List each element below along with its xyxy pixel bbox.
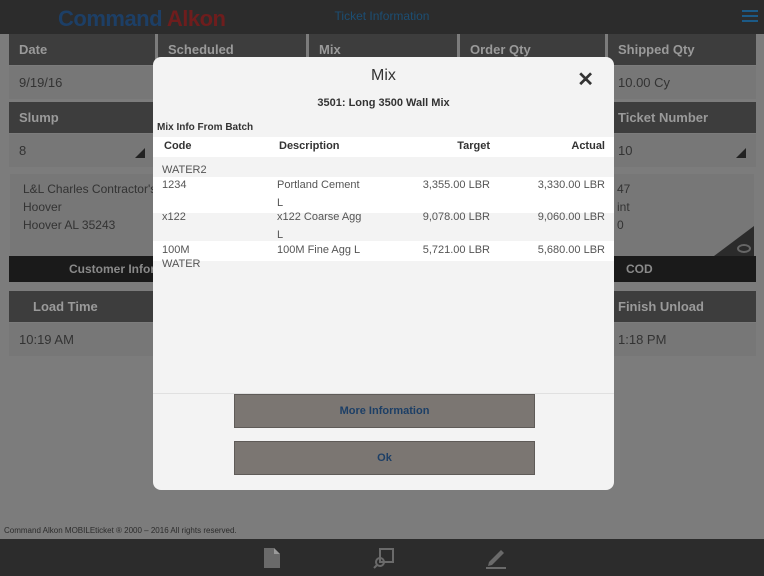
customer-right-2: int [617, 200, 630, 214]
customer-city: Hoover [23, 200, 62, 214]
row-target: 9,078.00 LBR [422, 211, 490, 223]
ok-button[interactable]: Ok [234, 441, 535, 475]
app-header: Command Alkon Ticket Information [0, 0, 764, 34]
column-description: Description [279, 140, 340, 152]
shipped-qty-value: 10.00 Cy [608, 66, 756, 99]
cod-label: COD [626, 262, 653, 276]
row-target: 3,355.00 LBR [422, 179, 490, 191]
customer-info-bar[interactable]: Customer Infor [9, 256, 155, 282]
row-description-cont: L [277, 197, 284, 209]
load-time-label: Load Time [9, 291, 155, 322]
table-row: 1234 Portland Cement L 3,355.00 LBR 3,33… [153, 177, 614, 213]
search-ticket-icon[interactable] [373, 547, 395, 569]
column-target: Target [457, 140, 490, 152]
date-label: Date [9, 34, 155, 65]
menu-icon[interactable] [742, 10, 758, 24]
row-code: 1234 [162, 179, 187, 191]
load-time-value: 10:19 AM [9, 323, 155, 356]
table-row: WATER2 [153, 163, 614, 177]
row-code-cont: WATER [162, 258, 201, 270]
document-icon[interactable] [261, 547, 283, 569]
shipped-qty-label: Shipped Qty [608, 34, 756, 65]
customer-info-label: Customer Infor [68, 262, 155, 276]
column-code: Code [164, 140, 192, 152]
table-row: x122 x122 Coarse Agg L 9,078.00 LBR 9,06… [153, 211, 614, 241]
row-description: 100M Fine Agg L [277, 244, 361, 256]
ticket-number-label: Ticket Number [608, 102, 756, 133]
customer-name: L&L Charles Contractor's [23, 182, 157, 196]
eye-icon[interactable] [737, 244, 751, 253]
dropdown-arrow-icon [736, 148, 746, 158]
row-actual: 5,680.00 LBR [537, 244, 605, 256]
close-icon[interactable]: ✕ [577, 67, 594, 92]
row-description: x122 Coarse Agg [277, 211, 362, 223]
dropdown-arrow-icon [135, 148, 145, 158]
slump-value: 8 [19, 143, 27, 158]
ticket-number-value: 10 [618, 143, 633, 158]
row-target: 5,721.00 LBR [422, 244, 490, 256]
bottom-toolbar [0, 539, 764, 576]
row-code: WATER2 [162, 164, 207, 176]
mix-modal: Mix ✕ 3501: Long 3500 Wall Mix Mix Info … [153, 57, 614, 490]
row-description: Portland Cement [277, 179, 360, 191]
sign-pen-icon[interactable] [485, 547, 507, 569]
row-code: x122 [162, 211, 186, 223]
table-row: 100M WATER 100M Fine Agg L 5,721.00 LBR … [153, 241, 614, 270]
page-title: Ticket Information [334, 9, 430, 23]
column-actual: Actual [571, 140, 605, 152]
slump-label: Slump [9, 102, 155, 133]
finish-unload-label: Finish Unload [608, 291, 756, 322]
customer-right-1: 47 [617, 182, 631, 196]
more-information-button[interactable]: More Information [234, 394, 535, 428]
row-description-cont: L [277, 229, 284, 241]
customer-address: Hoover AL 35243 [23, 218, 116, 232]
modal-title: Mix [371, 67, 396, 84]
copyright-text: Command Alkon MOBILEticket ® 2000 – 2016… [4, 526, 237, 535]
row-actual: 9,060.00 LBR [537, 211, 605, 223]
cod-bar[interactable]: COD [608, 256, 756, 282]
finish-unload-value: 1:18 PM [608, 323, 756, 356]
mix-subtitle: 3501: Long 3500 Wall Mix [317, 97, 450, 109]
mix-section-label: Mix Info From Batch [157, 122, 254, 133]
customer-right-3: 0 [617, 218, 624, 232]
row-actual: 3,330.00 LBR [537, 179, 605, 191]
row-code: 100M [162, 244, 190, 256]
mix-table-header: Code Description Target Actual [153, 137, 614, 157]
slump-select[interactable]: 8 [9, 134, 155, 167]
ticket-number-select[interactable]: 10 [608, 134, 756, 167]
date-value: 9/19/16 [9, 66, 155, 99]
